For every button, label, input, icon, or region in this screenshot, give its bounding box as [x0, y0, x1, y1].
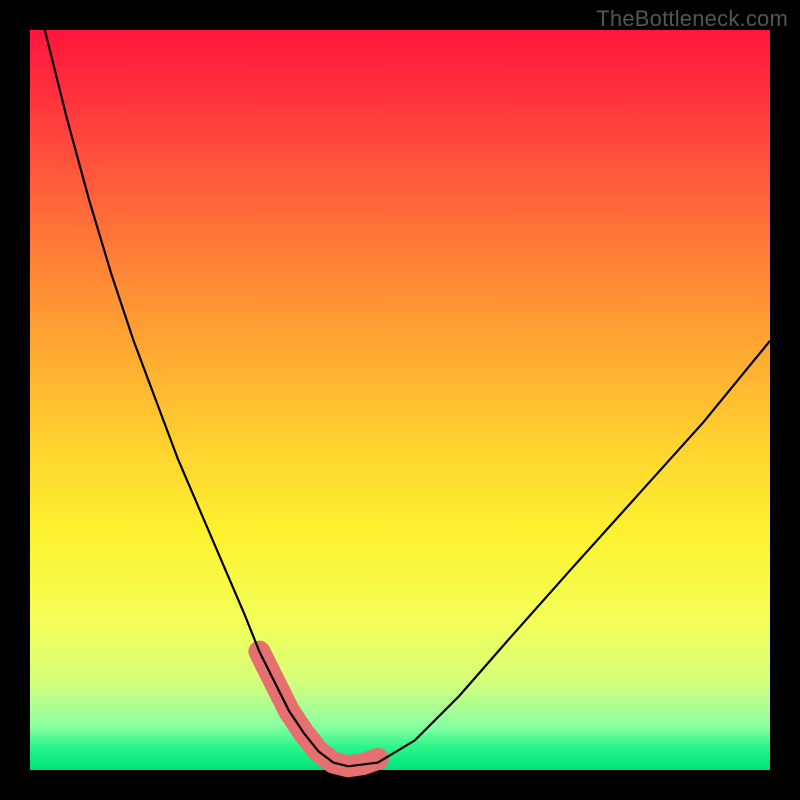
- curve-layer: [30, 30, 770, 770]
- bottleneck-curve: [45, 30, 770, 766]
- plot-area: [30, 30, 770, 770]
- highlight-band: [259, 652, 377, 767]
- watermark-text: TheBottleneck.com: [596, 6, 788, 32]
- chart-container: TheBottleneck.com: [0, 0, 800, 800]
